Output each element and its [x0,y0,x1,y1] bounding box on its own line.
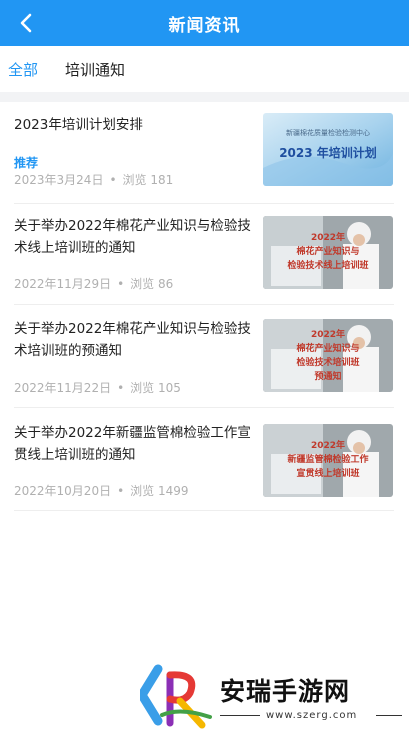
news-date: 2022年11月29日 [14,277,112,291]
news-meta: 2022年10月20日 • 浏览 1499 [14,484,189,498]
news-item[interactable]: 关于举办2022年新疆监管棉检验工作宣贯线上培训班的通知 2022年10月20日… [14,408,394,511]
thumbnail-line: 2022年 [311,231,345,243]
news-views: 浏览 1499 [130,484,189,498]
news-meta: 2022年11月29日 • 浏览 86 [14,277,174,291]
thumbnail-line: 2022年 [311,439,345,451]
news-views: 浏览 86 [130,277,174,291]
news-title: 关于举办2022年棉花产业知识与检验技术线上培训班的通知 [14,218,251,256]
news-views: 浏览 181 [122,173,174,187]
thumbnail-line: 宣贯线上培训班 [296,467,359,479]
thumbnail-line: 检验技术线上培训班 [287,259,368,271]
section-divider [0,92,409,102]
news-thumbnail: 2022年 新疆监管棉检验工作 宣贯线上培训班 [263,424,393,497]
watermark-url: www.szerg.com [266,710,358,721]
news-title: 关于举办2022年棉花产业知识与检验技术培训班的预通知 [14,321,251,359]
news-meta: 2022年11月22日 • 浏览 105 [14,381,181,395]
news-date: 2023年3月24日 [14,173,104,187]
thumbnail-line: 检验技术培训班 [296,356,359,368]
news-item[interactable]: 2023年培训计划安排 推荐 2023年3月24日 • 浏览 181 新疆棉花质量检… [14,102,394,204]
news-thumbnail: 新疆棉花质量检验检测中心 2023 年培训计划 [263,113,393,186]
watermark-text: 安瑞手游网 [220,677,351,706]
app-header: 新闻资讯 [0,0,409,46]
news-date: 2022年11月22日 [14,381,112,395]
watermark-rule [220,715,260,716]
news-item[interactable]: 关于举办2022年棉花产业知识与检验技术培训班的预通知 2022年11月22日 •… [14,305,394,408]
news-title: 关于举办2022年新疆监管棉检验工作宣贯线上培训班的通知 [14,425,251,463]
thumbnail-subtitle: 新疆棉花质量检验检测中心 [286,128,370,137]
news-meta: 2023年3月24日 • 浏览 181 [14,173,174,187]
recommend-badge: 推荐 [14,156,39,170]
watermark-rule [376,715,402,716]
thumbnail-line: 2022年 [311,328,345,340]
thumbnail-line: 棉花产业知识与 [296,342,359,354]
thumbnail-line: 棉花产业知识与 [296,245,359,257]
news-views: 浏览 105 [130,381,181,395]
news-title: 2023年培训计划安排 [14,117,143,133]
news-item[interactable]: 关于举办2022年棉花产业知识与检验技术线上培训班的通知 2022年11月29日… [14,204,394,305]
page-title: 新闻资讯 [168,15,241,36]
news-thumbnail: 2022年 棉花产业知识与 检验技术培训班 预通知 [263,319,393,392]
watermark-logo-icon [140,664,212,729]
tab-all[interactable]: 全部 [8,59,38,80]
thumbnail-caption: 2023 年培训计划 [279,145,377,160]
tab-bar: 全部 培训通知 [0,46,409,92]
news-thumbnail: 2022年 棉花产业知识与 检验技术线上培训班 [263,216,393,289]
news-date: 2022年10月20日 [14,484,112,498]
tab-training-notice[interactable]: 培训通知 [65,59,125,80]
thumbnail-line: 预通知 [314,370,341,382]
back-button[interactable] [8,5,44,41]
chevron-left-icon [20,13,32,33]
thumbnail-line: 新疆监管棉检验工作 [287,453,368,465]
watermark: 安瑞手游网 www.szerg.com [140,660,409,731]
